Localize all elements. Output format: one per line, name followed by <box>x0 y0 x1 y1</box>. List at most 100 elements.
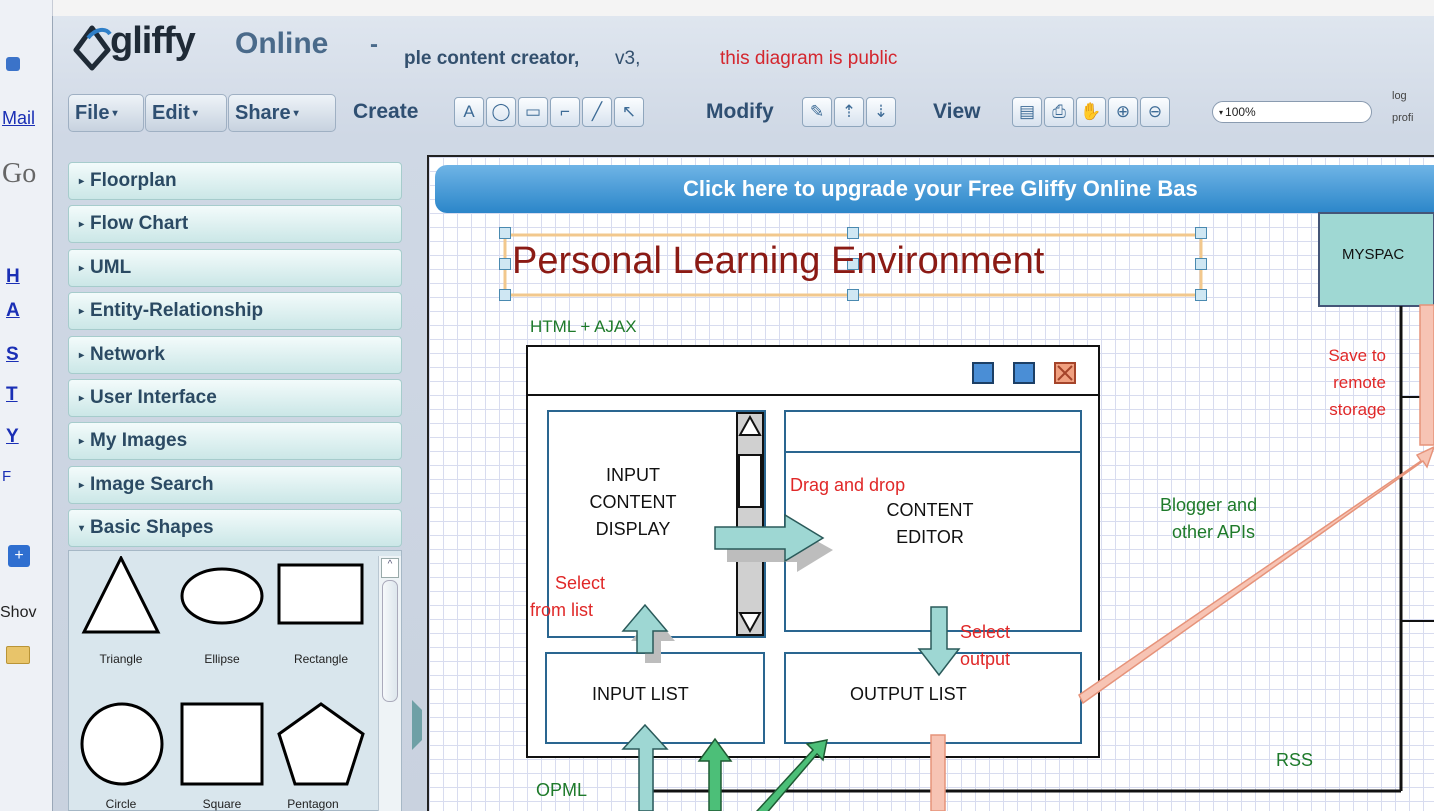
triangle-right-icon: ▸ <box>79 349 85 361</box>
blogger-line1[interactable]: Blogger and <box>1160 495 1257 516</box>
zoom-value: 100% <box>1225 105 1256 119</box>
save-remote-line2[interactable]: remote <box>1306 373 1386 393</box>
input-display-line2[interactable]: CONTENT <box>568 492 698 513</box>
category-flow-chart[interactable]: ▸ Flow Chart <box>68 205 402 243</box>
scroll-up-icon[interactable]: ^ <box>381 558 399 578</box>
plus-icon[interactable]: + <box>8 545 30 567</box>
output-list-label[interactable]: OUTPUT LIST <box>850 684 967 705</box>
square-shape[interactable] <box>180 702 264 786</box>
triangle-shape[interactable] <box>81 556 161 634</box>
content-editor-line2[interactable]: EDITOR <box>870 527 990 548</box>
output-down-connector <box>930 734 946 811</box>
text-tool-icon[interactable]: A <box>454 97 484 127</box>
edit-menu[interactable]: Edit ▾ <box>145 94 227 132</box>
myspace-label[interactable]: MYSPAC <box>1342 246 1404 263</box>
category-my-images[interactable]: ▸ My Images <box>68 422 402 460</box>
rectangle-shape[interactable] <box>277 563 364 625</box>
input-list-label[interactable]: INPUT LIST <box>592 684 689 705</box>
mail-icon <box>6 57 20 71</box>
select-list-line2[interactable]: from list <box>530 600 593 621</box>
rss-label[interactable]: RSS <box>1276 750 1313 771</box>
category-image-search[interactable]: ▸ Image Search <box>68 466 402 504</box>
triangle-right-icon: ▸ <box>79 435 85 447</box>
drag-drop-label[interactable]: Drag and drop <box>790 475 905 496</box>
select-list-line1[interactable]: Select <box>555 573 605 594</box>
folder-icon <box>6 646 30 664</box>
fill-color-icon[interactable]: ✎ <box>802 97 832 127</box>
circle-shape[interactable] <box>80 702 164 786</box>
category-network[interactable]: ▸ Network <box>68 336 402 374</box>
blogger-api-arrow <box>1078 446 1434 705</box>
resize-handle[interactable] <box>847 227 859 239</box>
input-display-line3[interactable]: DISPLAY <box>568 519 698 540</box>
save-icon[interactable]: ▤ <box>1012 97 1042 127</box>
app-subtitle: ple content creator, <box>404 48 580 69</box>
profile-link[interactable]: profi <box>1392 112 1413 124</box>
save-remote-line1[interactable]: Save to <box>1306 346 1386 366</box>
category-label: Network <box>90 344 165 365</box>
background-link-y[interactable]: Y <box>6 426 19 448</box>
resize-handle[interactable] <box>499 227 511 239</box>
login-link[interactable]: log <box>1392 90 1407 102</box>
category-floorplan[interactable]: ▸ Floorplan <box>68 162 402 200</box>
input-display-line1[interactable]: INPUT <box>568 465 698 486</box>
category-label: Entity-Relationship <box>90 300 264 321</box>
zoom-in-icon[interactable]: ⊕ <box>1108 97 1138 127</box>
background-link-f[interactable]: F <box>2 468 11 485</box>
scroll-thumb[interactable] <box>382 580 398 702</box>
background-link-t[interactable]: T <box>6 384 18 406</box>
background-link-mail[interactable]: Mail <box>2 108 35 129</box>
line-tool-icon[interactable]: ╱ <box>582 97 612 127</box>
bring-forward-icon[interactable]: ⇡ <box>834 97 864 127</box>
chevron-down-icon: ▾ <box>192 107 198 119</box>
background-link-a[interactable]: A <box>6 300 20 322</box>
select-output-line1[interactable]: Select <box>960 622 1010 643</box>
shape-label-circle: Circle <box>105 797 137 811</box>
background-link-h[interactable]: H <box>6 266 20 288</box>
resize-handle[interactable] <box>847 289 859 301</box>
category-label: Basic Shapes <box>90 517 214 538</box>
save-remote-line3[interactable]: storage <box>1306 400 1386 420</box>
shape-label-ellipse: Ellipse <box>204 652 240 666</box>
resize-handle[interactable] <box>1195 258 1207 270</box>
select-output-line2[interactable]: output <box>960 649 1010 670</box>
file-menu[interactable]: File ▾ <box>68 94 144 132</box>
resize-handle[interactable] <box>1195 227 1207 239</box>
ellipse-tool-icon[interactable]: ◯ <box>486 97 516 127</box>
connector-tool-icon[interactable]: ⌐ <box>550 97 580 127</box>
pentagon-shape[interactable] <box>277 702 365 786</box>
edit-menu-label: Edit <box>152 101 190 124</box>
resize-handle[interactable] <box>499 258 511 270</box>
zoom-select[interactable]: ▾ 100% <box>1212 101 1372 123</box>
category-label: User Interface <box>90 387 217 408</box>
opml-label[interactable]: OPML <box>536 780 587 801</box>
category-label: My Images <box>90 430 188 451</box>
category-entity-relationship[interactable]: ▸ Entity-Relationship <box>68 292 402 330</box>
diagram-title[interactable]: Personal Learning Environment <box>512 240 1044 283</box>
rectangle-tool-icon[interactable]: ▭ <box>518 97 548 127</box>
html-ajax-label[interactable]: HTML + AJAX <box>530 317 637 337</box>
share-menu[interactable]: Share ▾ <box>228 94 336 132</box>
send-backward-icon[interactable]: ⇣ <box>866 97 896 127</box>
shapes-scrollbar[interactable]: ^ <box>378 556 401 811</box>
print-icon[interactable]: ⎙ <box>1044 97 1074 127</box>
save-remote-arrow <box>1419 304 1434 446</box>
inner-scrollbar <box>736 412 764 636</box>
triangle-right-icon: ▸ <box>79 392 85 404</box>
pan-hand-icon[interactable]: ✋ <box>1076 97 1106 127</box>
view-label: View <box>933 100 981 123</box>
resize-handle[interactable] <box>1195 289 1207 301</box>
zoom-out-icon[interactable]: ⊖ <box>1140 97 1170 127</box>
category-basic-shapes[interactable]: ▾ Basic Shapes <box>68 509 402 547</box>
browser-background-top: lews <box>0 0 1434 17</box>
category-label: Flow Chart <box>90 213 189 234</box>
resize-handle[interactable] <box>499 289 511 301</box>
pointer-tool-icon[interactable]: ↖ <box>614 97 644 127</box>
ellipse-shape[interactable] <box>180 567 264 625</box>
blogger-line2[interactable]: other APIs <box>1172 522 1255 543</box>
share-menu-label: Share <box>235 101 291 124</box>
category-user-interface[interactable]: ▸ User Interface <box>68 379 402 417</box>
background-link-s[interactable]: S <box>6 344 19 366</box>
category-uml[interactable]: ▸ UML <box>68 249 402 287</box>
content-editor-line1[interactable]: CONTENT <box>870 500 990 521</box>
